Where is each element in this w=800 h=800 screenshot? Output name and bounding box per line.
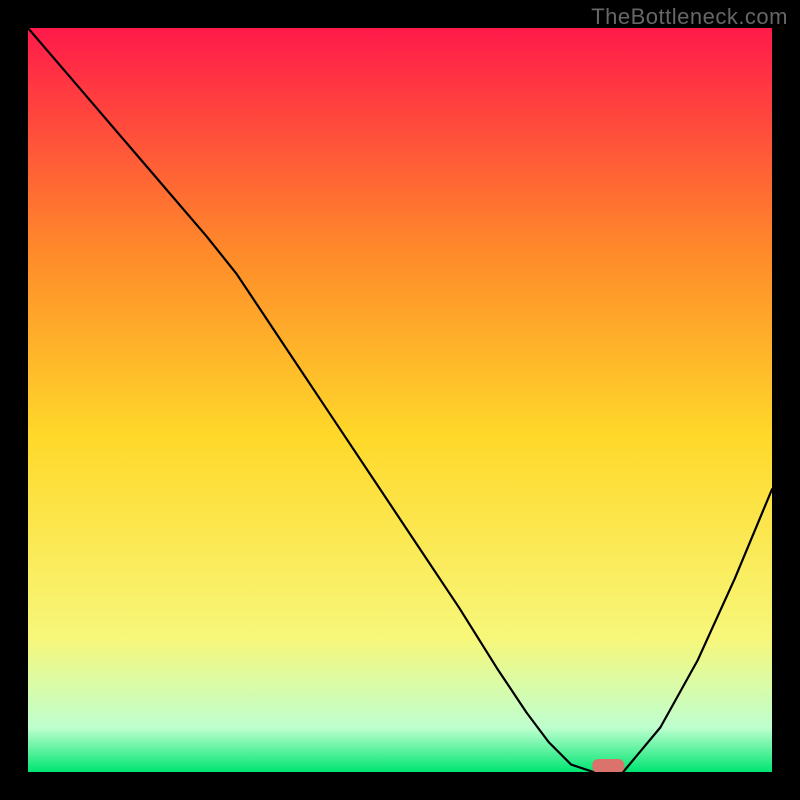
gradient-background bbox=[28, 28, 772, 772]
optimal-marker bbox=[592, 759, 624, 772]
chart-svg bbox=[28, 28, 772, 772]
watermark-text: TheBottleneck.com bbox=[591, 4, 788, 30]
plot-area bbox=[28, 28, 772, 772]
chart-frame: TheBottleneck.com bbox=[0, 0, 800, 800]
